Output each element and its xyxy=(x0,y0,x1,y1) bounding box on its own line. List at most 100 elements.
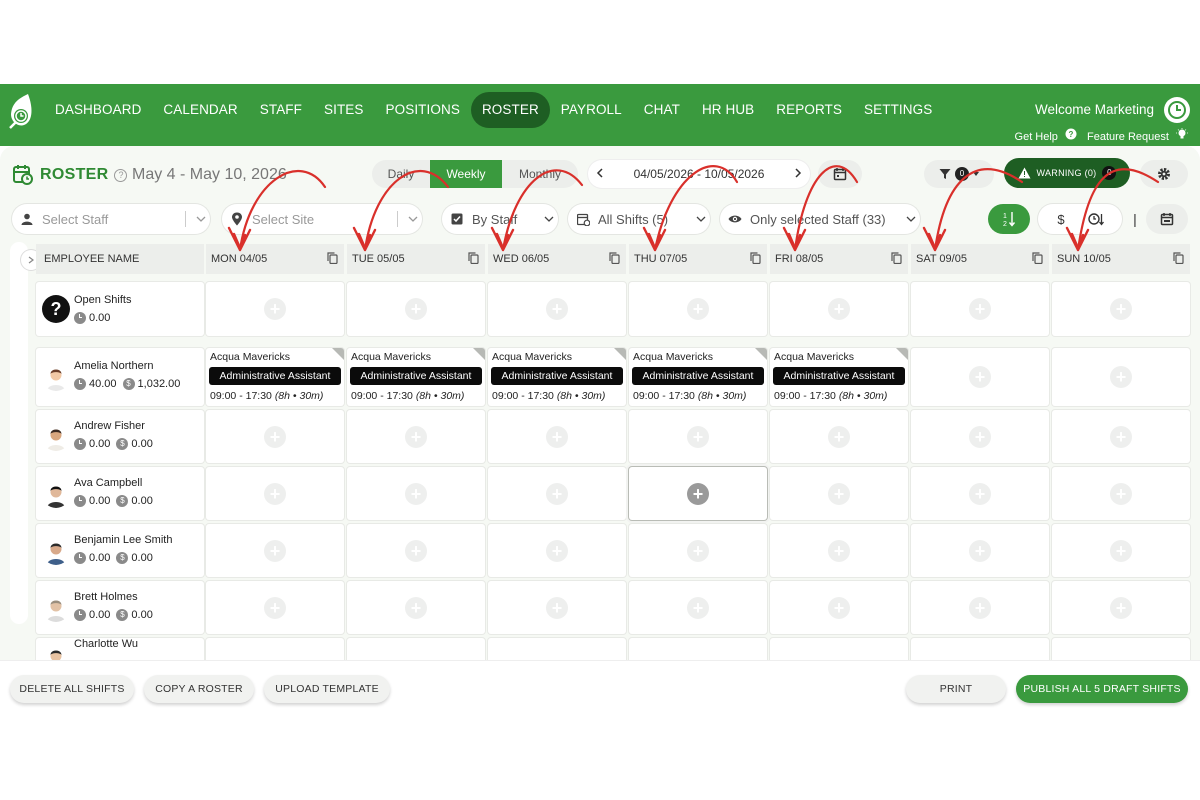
shifts-select[interactable]: All Shifts (5) xyxy=(568,204,710,234)
empty-shift-cell[interactable]: + xyxy=(629,581,767,634)
empty-shift-cell[interactable]: + xyxy=(629,410,767,463)
add-shift-icon[interactable]: + xyxy=(405,539,427,562)
add-shift-icon[interactable]: + xyxy=(264,596,286,619)
warning-button[interactable]: WARNING (0) 0 xyxy=(1004,158,1130,188)
add-shift-icon[interactable]: + xyxy=(546,425,568,448)
add-shift-icon[interactable]: + xyxy=(969,366,991,388)
empty-shift-cell[interactable]: + xyxy=(629,467,767,520)
settings-button[interactable] xyxy=(1140,160,1188,188)
add-shift-icon[interactable]: + xyxy=(969,482,991,505)
day-header[interactable]: FRI 08/05 xyxy=(770,244,908,274)
empty-shift-cell[interactable]: + xyxy=(488,467,626,520)
empty-shift-cell[interactable]: + xyxy=(347,410,485,463)
add-shift-icon[interactable]: + xyxy=(1110,366,1132,388)
shift-card[interactable]: Acqua Mavericks Administrative Assistant 0… xyxy=(347,348,485,406)
empty-shift-cell[interactable]: + xyxy=(206,581,344,634)
nav-roster[interactable]: ROSTER xyxy=(470,92,550,128)
nav-calendar[interactable]: CALENDAR xyxy=(152,92,248,128)
add-shift-icon[interactable]: + xyxy=(687,596,709,619)
nav-staff[interactable]: STAFF xyxy=(249,92,313,128)
delete-all-shifts-button[interactable]: DELETE ALL SHIFTS xyxy=(10,675,134,703)
open-shifts-row-header[interactable]: ? Open Shifts 0.00 xyxy=(36,282,204,336)
empty-shift-cell[interactable]: + xyxy=(1052,524,1190,577)
empty-shift-cell[interactable]: + xyxy=(1052,581,1190,634)
empty-shift-cell[interactable]: + xyxy=(1052,410,1190,463)
filter-button[interactable]: 0 xyxy=(924,160,994,188)
add-shift-icon[interactable]: + xyxy=(264,425,286,448)
empty-shift-cell[interactable]: + xyxy=(629,524,767,577)
day-header[interactable]: SAT 09/05 xyxy=(911,244,1049,274)
empty-shift-cell[interactable]: + xyxy=(770,467,908,520)
add-shift-icon[interactable]: + xyxy=(969,596,991,619)
empty-shift-cell[interactable]: + xyxy=(488,410,626,463)
user-avatar[interactable] xyxy=(1164,97,1190,123)
day-header[interactable]: SUN 10/05 xyxy=(1052,244,1190,274)
copy-day-icon[interactable] xyxy=(327,252,338,267)
shift-card[interactable]: Acqua Mavericks Administrative Assistant 0… xyxy=(629,348,767,406)
group-by-select[interactable]: By Staff xyxy=(442,204,558,234)
add-shift-icon[interactable]: + xyxy=(405,482,427,505)
empty-shift-cell[interactable]: + xyxy=(911,581,1049,634)
add-shift-icon[interactable]: + xyxy=(828,482,850,505)
next-week-icon[interactable] xyxy=(794,167,802,181)
employee-row-header[interactable]: Andrew Fisher 0.00 $0.00 xyxy=(36,410,204,463)
copy-day-icon[interactable] xyxy=(750,252,761,267)
add-shift-icon[interactable]: + xyxy=(1110,298,1132,320)
add-shift-icon[interactable]: + xyxy=(687,298,709,320)
visibility-select[interactable]: Only selected Staff (33) xyxy=(720,204,920,234)
empty-shift-cell[interactable]: + xyxy=(770,524,908,577)
empty-shift-cell[interactable]: + xyxy=(770,581,908,634)
prev-week-icon[interactable] xyxy=(596,167,604,181)
sort-button[interactable]: 12 xyxy=(988,204,1030,234)
employee-row-header[interactable]: Benjamin Lee Smith 0.00 $0.00 xyxy=(36,524,204,577)
shift-card[interactable]: Acqua Mavericks Administrative Assistant 0… xyxy=(206,348,344,406)
nav-reports[interactable]: REPORTS xyxy=(765,92,853,128)
empty-shift-cell[interactable]: + xyxy=(488,581,626,634)
add-shift-icon[interactable]: + xyxy=(828,425,850,448)
add-shift-icon[interactable]: + xyxy=(405,596,427,619)
date-range-input[interactable]: 04/05/2026 - 10/05/2026 xyxy=(634,167,765,181)
copy-day-icon[interactable] xyxy=(1173,252,1184,267)
nav-settings[interactable]: SETTINGS xyxy=(853,92,943,128)
empty-shift-cell[interactable]: + xyxy=(770,282,908,336)
print-button[interactable]: PRINT xyxy=(906,675,1006,703)
nav-payroll[interactable]: PAYROLL xyxy=(550,92,633,128)
upload-template-button[interactable]: UPLOAD TEMPLATE xyxy=(264,675,390,703)
day-header[interactable]: TUE 05/05 xyxy=(347,244,485,274)
add-shift-icon[interactable]: + xyxy=(1110,425,1132,448)
add-shift-icon[interactable]: + xyxy=(264,298,286,320)
shift-card[interactable]: Acqua Mavericks Administrative Assistant 0… xyxy=(488,348,626,406)
add-shift-icon[interactable]: + xyxy=(405,298,427,320)
add-shift-icon[interactable]: + xyxy=(687,425,709,448)
empty-shift-cell[interactable]: + xyxy=(206,282,344,336)
add-shift-icon[interactable]: + xyxy=(828,298,850,320)
empty-shift-cell[interactable]: + xyxy=(911,282,1049,336)
empty-shift-cell[interactable]: + xyxy=(206,410,344,463)
empty-shift-cell[interactable]: + xyxy=(629,282,767,336)
add-shift-icon[interactable]: + xyxy=(546,596,568,619)
add-shift-icon[interactable]: + xyxy=(687,482,709,505)
empty-shift-cell[interactable]: + xyxy=(347,581,485,634)
add-shift-icon[interactable]: + xyxy=(828,596,850,619)
copy-day-icon[interactable] xyxy=(891,252,902,267)
cost-time-toggle[interactable]: $ xyxy=(1038,204,1122,234)
add-shift-icon[interactable]: + xyxy=(969,425,991,448)
site-select[interactable]: Select Site xyxy=(222,204,422,234)
add-shift-icon[interactable]: + xyxy=(546,482,568,505)
empty-shift-cell[interactable]: + xyxy=(1052,282,1190,336)
tab-monthly[interactable]: Monthly xyxy=(502,160,578,188)
employee-row-header[interactable]: Ava Campbell 0.00 $0.00 xyxy=(36,467,204,520)
add-shift-icon[interactable]: + xyxy=(264,539,286,562)
empty-shift-cell[interactable]: + xyxy=(206,467,344,520)
empty-shift-cell[interactable]: + xyxy=(488,524,626,577)
empty-shift-cell[interactable]: + xyxy=(911,410,1049,463)
day-header[interactable]: THU 07/05 xyxy=(629,244,767,274)
add-shift-icon[interactable]: + xyxy=(687,539,709,562)
nav-positions[interactable]: POSITIONS xyxy=(375,92,471,128)
empty-shift-cell[interactable]: + xyxy=(911,524,1049,577)
add-shift-icon[interactable]: + xyxy=(546,298,568,320)
employee-name-header[interactable]: EMPLOYEE NAME xyxy=(36,244,204,274)
copy-roster-button[interactable]: COPY A ROSTER xyxy=(144,675,254,703)
empty-shift-cell[interactable]: + xyxy=(488,282,626,336)
nav-dashboard[interactable]: DASHBOARD xyxy=(44,92,152,128)
